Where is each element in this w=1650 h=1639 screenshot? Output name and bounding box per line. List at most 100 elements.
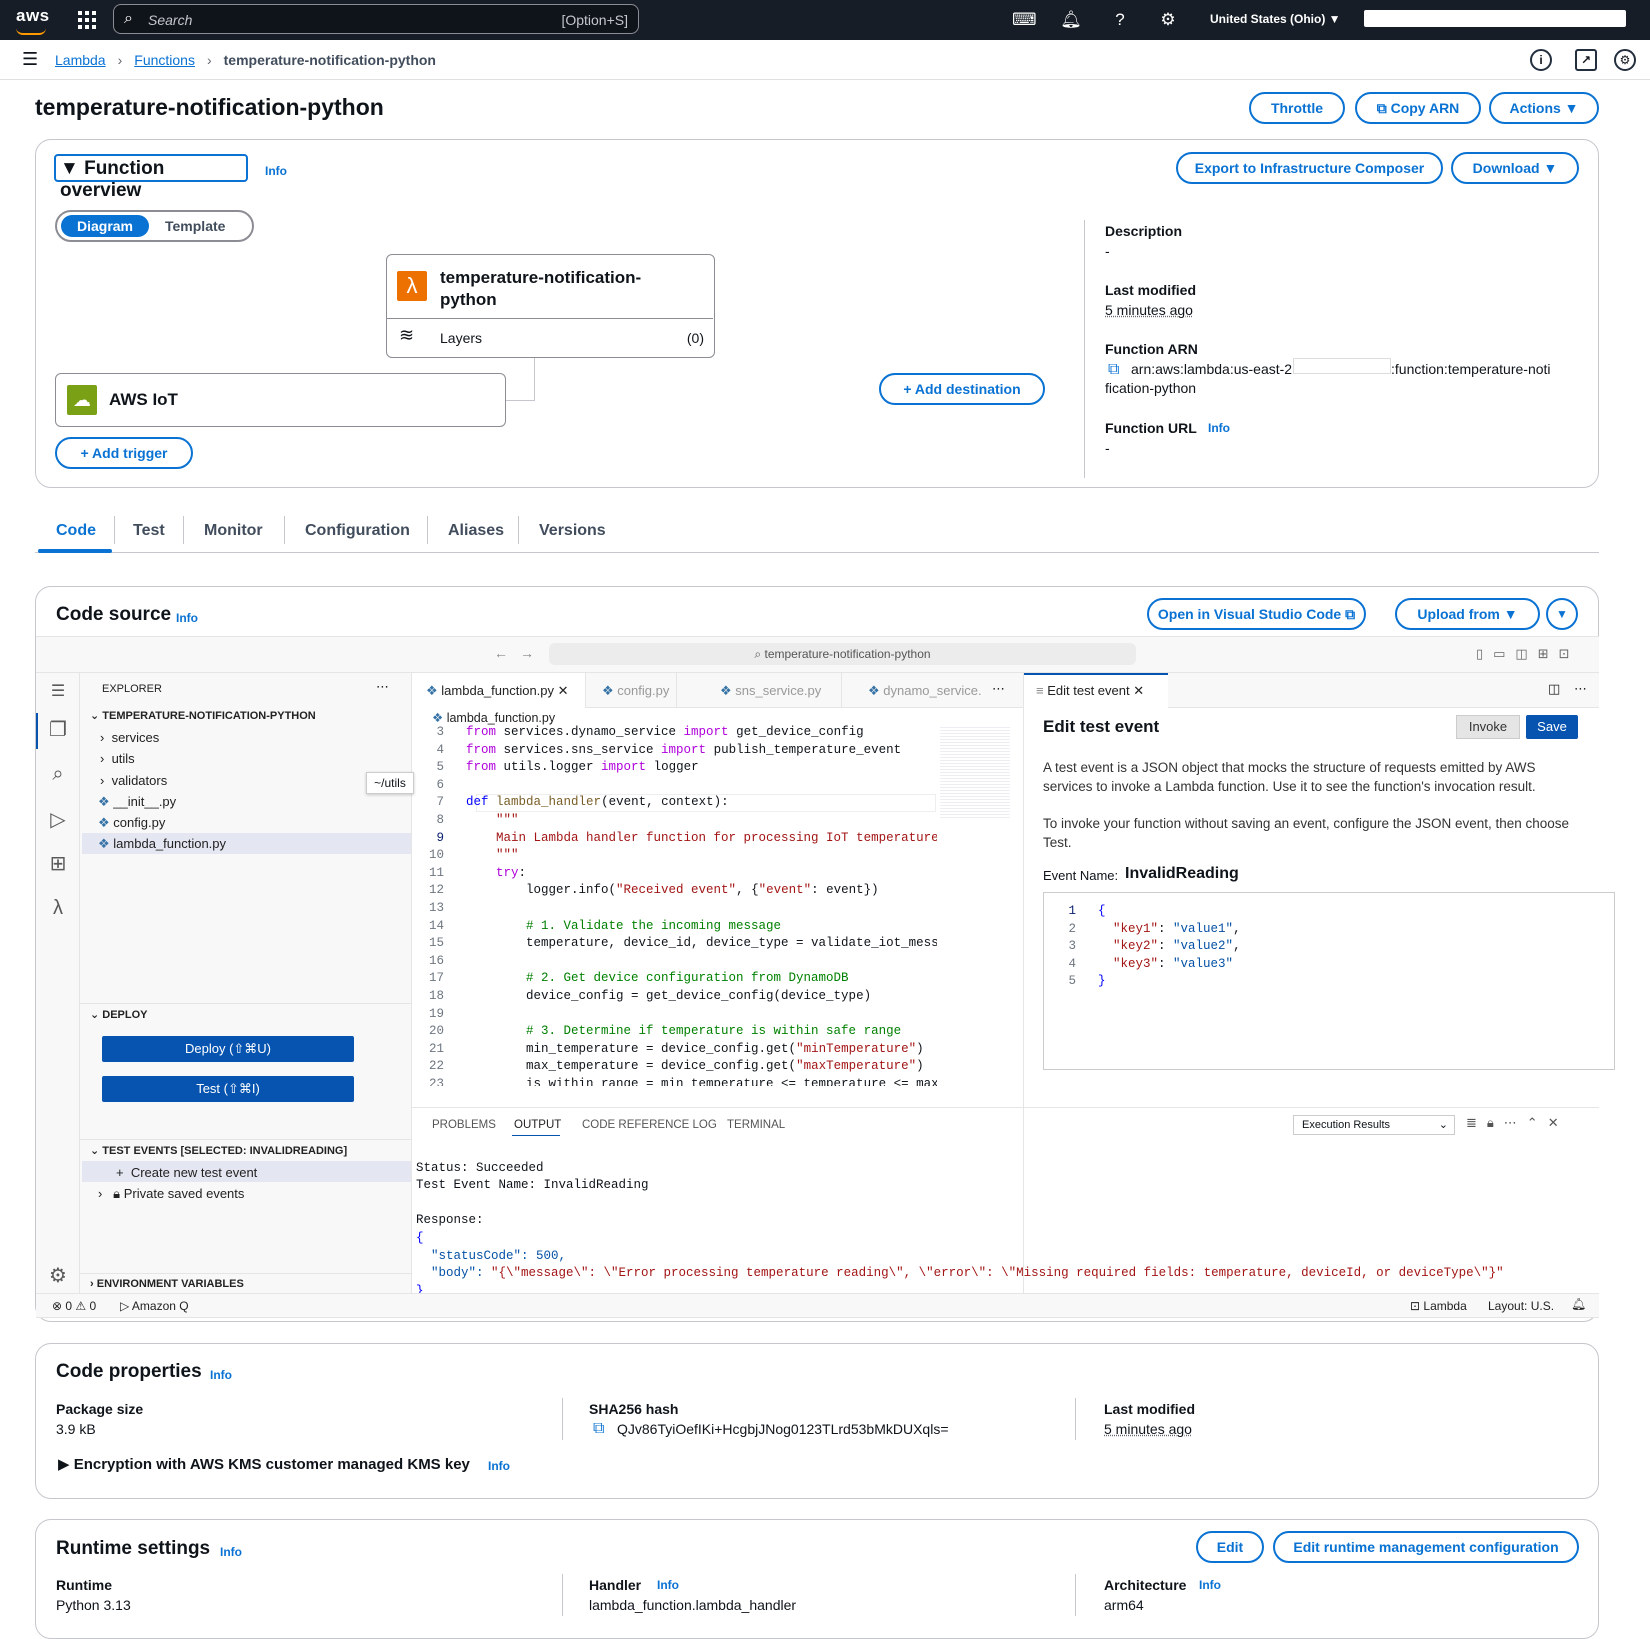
search-input[interactable]: ⌕ Search [Option+S] bbox=[113, 4, 639, 34]
settings-gear-icon[interactable]: ⚙ bbox=[1157, 9, 1179, 31]
tab-versions[interactable]: Versions bbox=[539, 522, 606, 540]
json-line[interactable]: 5} bbox=[1040, 973, 1580, 991]
explorer-more-icon[interactable]: ⋯ bbox=[376, 679, 389, 695]
code-line[interactable]: 6 bbox=[412, 777, 937, 795]
editor-tab-lambda-function[interactable]: ❖ lambda_function.py ✕ bbox=[426, 683, 569, 699]
back-arrow-icon[interactable]: ← bbox=[494, 645, 508, 661]
breadcrumb-lambda[interactable]: Lambda bbox=[55, 52, 106, 68]
split-editor-icon[interactable]: ◫ bbox=[1548, 681, 1560, 697]
tree-folder-utils[interactable]: › utils bbox=[100, 751, 135, 766]
panel-tab-terminal[interactable]: TERMINAL bbox=[727, 1119, 785, 1131]
tree-folder-services[interactable]: › services bbox=[100, 730, 159, 745]
editor-tabs-more-icon[interactable]: ⋯ bbox=[992, 681, 1005, 697]
runtime-settings-info[interactable]: Info bbox=[220, 1545, 242, 1559]
json-line[interactable]: 2 "key1": "value1", bbox=[1040, 921, 1580, 939]
menu-icon[interactable]: ☰ bbox=[45, 681, 71, 707]
overview-info-link[interactable]: Info bbox=[265, 164, 287, 178]
edit-runtime-management-button[interactable]: Edit runtime management configuration bbox=[1273, 1531, 1579, 1563]
services-grid-icon[interactable] bbox=[78, 11, 96, 29]
download-dropdown[interactable]: Download ▼ bbox=[1451, 152, 1579, 184]
explorer-files-icon[interactable]: ❐ bbox=[45, 717, 71, 743]
run-debug-icon[interactable]: ▷ bbox=[45, 807, 71, 833]
copy-arn-icon[interactable]: ⧉ bbox=[1108, 361, 1119, 379]
copy-arn-button[interactable]: ⧉ Copy ARN bbox=[1355, 92, 1481, 124]
tab-test[interactable]: Test bbox=[133, 522, 165, 540]
deploy-button[interactable]: Deploy (⇧⌘U) bbox=[102, 1036, 354, 1062]
tree-file-lambda-function[interactable]: ❖ lambda_function.py bbox=[98, 836, 226, 852]
code-line[interactable]: 4 from services.sns_service import publis… bbox=[412, 742, 937, 760]
event-json-content[interactable]: 1{2 "key1": "value1", 3 "key2": "value2",… bbox=[1040, 903, 1580, 991]
encryption-info[interactable]: Info bbox=[488, 1459, 510, 1473]
breadcrumb-functions[interactable]: Functions bbox=[134, 52, 195, 68]
code-line[interactable]: 22 max_temperature = device_config.get("… bbox=[412, 1058, 937, 1076]
segment-template[interactable]: Template bbox=[165, 215, 225, 237]
command-center-search[interactable]: ⌕ temperature-notification-python bbox=[549, 643, 1136, 665]
json-line[interactable]: 3 "key2": "value2", bbox=[1040, 938, 1580, 956]
aws-logo[interactable]: aws bbox=[16, 6, 50, 35]
trigger-node-aws-iot[interactable]: ☁ AWS IoT bbox=[55, 373, 506, 427]
code-line[interactable]: 15 temperature, device_id, device_type =… bbox=[412, 935, 937, 953]
export-composer-button[interactable]: Export to Infrastructure Composer bbox=[1176, 152, 1443, 184]
code-line[interactable]: 20 # 3. Determine if temperature is with… bbox=[412, 1023, 937, 1041]
forward-arrow-icon[interactable]: → bbox=[520, 645, 534, 661]
tree-file-init[interactable]: ❖ __init__.py bbox=[98, 794, 176, 810]
editor-more-icon[interactable]: ⋯ bbox=[1574, 681, 1587, 697]
encryption-expander[interactable]: ▶ Encryption with AWS KMS customer manag… bbox=[58, 1455, 470, 1473]
layout-toggle-icons[interactable]: ▯▭◫⊞⊡ bbox=[1476, 646, 1580, 662]
search-icon[interactable]: ⌕ bbox=[45, 763, 71, 789]
output-channel-select[interactable]: Execution Results ⌄ bbox=[1293, 1115, 1455, 1135]
file-breadcrumb[interactable]: ❖ lambda_function.py bbox=[432, 710, 555, 725]
code-line[interactable]: 3 from services.dynamo_service import get… bbox=[412, 724, 937, 742]
panel-action-icons[interactable]: ≣🔒︎⋯⌃✕ bbox=[1466, 1115, 1569, 1131]
code-line[interactable]: 9 Main Lambda handler function for proce… bbox=[412, 830, 937, 848]
private-saved-events[interactable]: › 🔒︎ Private saved events bbox=[98, 1186, 244, 1202]
code-source-info[interactable]: Info bbox=[176, 611, 198, 625]
json-line[interactable]: 1{ bbox=[1040, 903, 1580, 921]
code-line[interactable]: 23 is_within_range = min_temperature <= … bbox=[412, 1076, 937, 1086]
tree-file-config[interactable]: ❖ config.py bbox=[98, 815, 165, 831]
preferences-icon[interactable]: ⚙ bbox=[1614, 49, 1636, 71]
more-options-icon[interactable]: ▼ bbox=[1546, 598, 1578, 630]
editor-tab-sns-service[interactable]: ❖ sns_service.py bbox=[720, 683, 821, 699]
editor-tab-edit-test-event[interactable]: ≡ Edit test event ✕ bbox=[1036, 683, 1144, 699]
notifications-bell-icon[interactable]: 🔔︎ bbox=[1571, 1297, 1586, 1311]
code-line[interactable]: 19 bbox=[412, 1006, 937, 1024]
code-line[interactable]: 12 logger.info("Received event", {"event… bbox=[412, 882, 937, 900]
upload-from-dropdown[interactable]: Upload from ▼ bbox=[1395, 598, 1540, 630]
cloudshell-icon[interactable]: ⌨ bbox=[1012, 9, 1037, 31]
info-circle-icon[interactable]: i bbox=[1530, 49, 1552, 71]
deploy-section-header[interactable]: ⌄ DEPLOY bbox=[90, 1008, 148, 1021]
keyboard-layout-status[interactable]: Layout: U.S. bbox=[1488, 1299, 1554, 1313]
panel-tab-problems[interactable]: PROBLEMS bbox=[432, 1119, 496, 1131]
tab-monitor[interactable]: Monitor bbox=[204, 522, 263, 540]
code-line[interactable]: 13 bbox=[412, 900, 937, 918]
tree-folder-validators[interactable]: › validators bbox=[100, 773, 167, 788]
segment-diagram[interactable]: Diagram bbox=[61, 215, 149, 237]
function-url-info[interactable]: Info bbox=[1208, 421, 1230, 435]
feedback-icon[interactable]: ↗ bbox=[1575, 49, 1597, 71]
add-destination-button[interactable]: + Add destination bbox=[879, 373, 1045, 405]
test-button[interactable]: Test (⇧⌘I) bbox=[102, 1076, 354, 1102]
save-button[interactable]: Save bbox=[1526, 715, 1578, 739]
actions-dropdown[interactable]: Actions ▼ bbox=[1489, 92, 1599, 124]
lambda-status[interactable]: ⊡ Lambda bbox=[1410, 1299, 1467, 1313]
code-line[interactable]: 17 # 2. Get device configuration from Dy… bbox=[412, 970, 937, 988]
code-minimap[interactable] bbox=[940, 725, 1010, 820]
code-properties-info[interactable]: Info bbox=[210, 1368, 232, 1382]
code-line[interactable]: 18 device_config = get_device_config(dev… bbox=[412, 988, 937, 1006]
notifications-icon[interactable]: 🔔︎ bbox=[1060, 9, 1082, 31]
code-line[interactable]: 16 bbox=[412, 953, 937, 971]
handler-info[interactable]: Info bbox=[657, 1578, 679, 1592]
account-menu[interactable] bbox=[1364, 10, 1626, 27]
create-test-event[interactable]: + Create new test event bbox=[116, 1165, 257, 1180]
event-name-value[interactable]: InvalidReading bbox=[1125, 865, 1239, 883]
project-folder[interactable]: ⌄ TEMPERATURE-NOTIFICATION-PYTHON bbox=[90, 709, 316, 722]
function-overview-toggle[interactable]: ▼ Function overview bbox=[54, 154, 248, 201]
code-line[interactable]: 21 min_temperature = device_config.get("… bbox=[412, 1041, 937, 1059]
code-line[interactable]: 8 """ bbox=[412, 812, 937, 830]
editor-tab-dynamo-service[interactable]: ❖ dynamo_service. bbox=[868, 683, 982, 699]
code-line[interactable]: 11 try: bbox=[412, 865, 937, 883]
code-line[interactable]: 5 from utils.logger import logger bbox=[412, 759, 937, 777]
lambda-icon[interactable]: λ bbox=[45, 897, 71, 923]
extensions-icon[interactable]: ⊞ bbox=[45, 851, 71, 877]
